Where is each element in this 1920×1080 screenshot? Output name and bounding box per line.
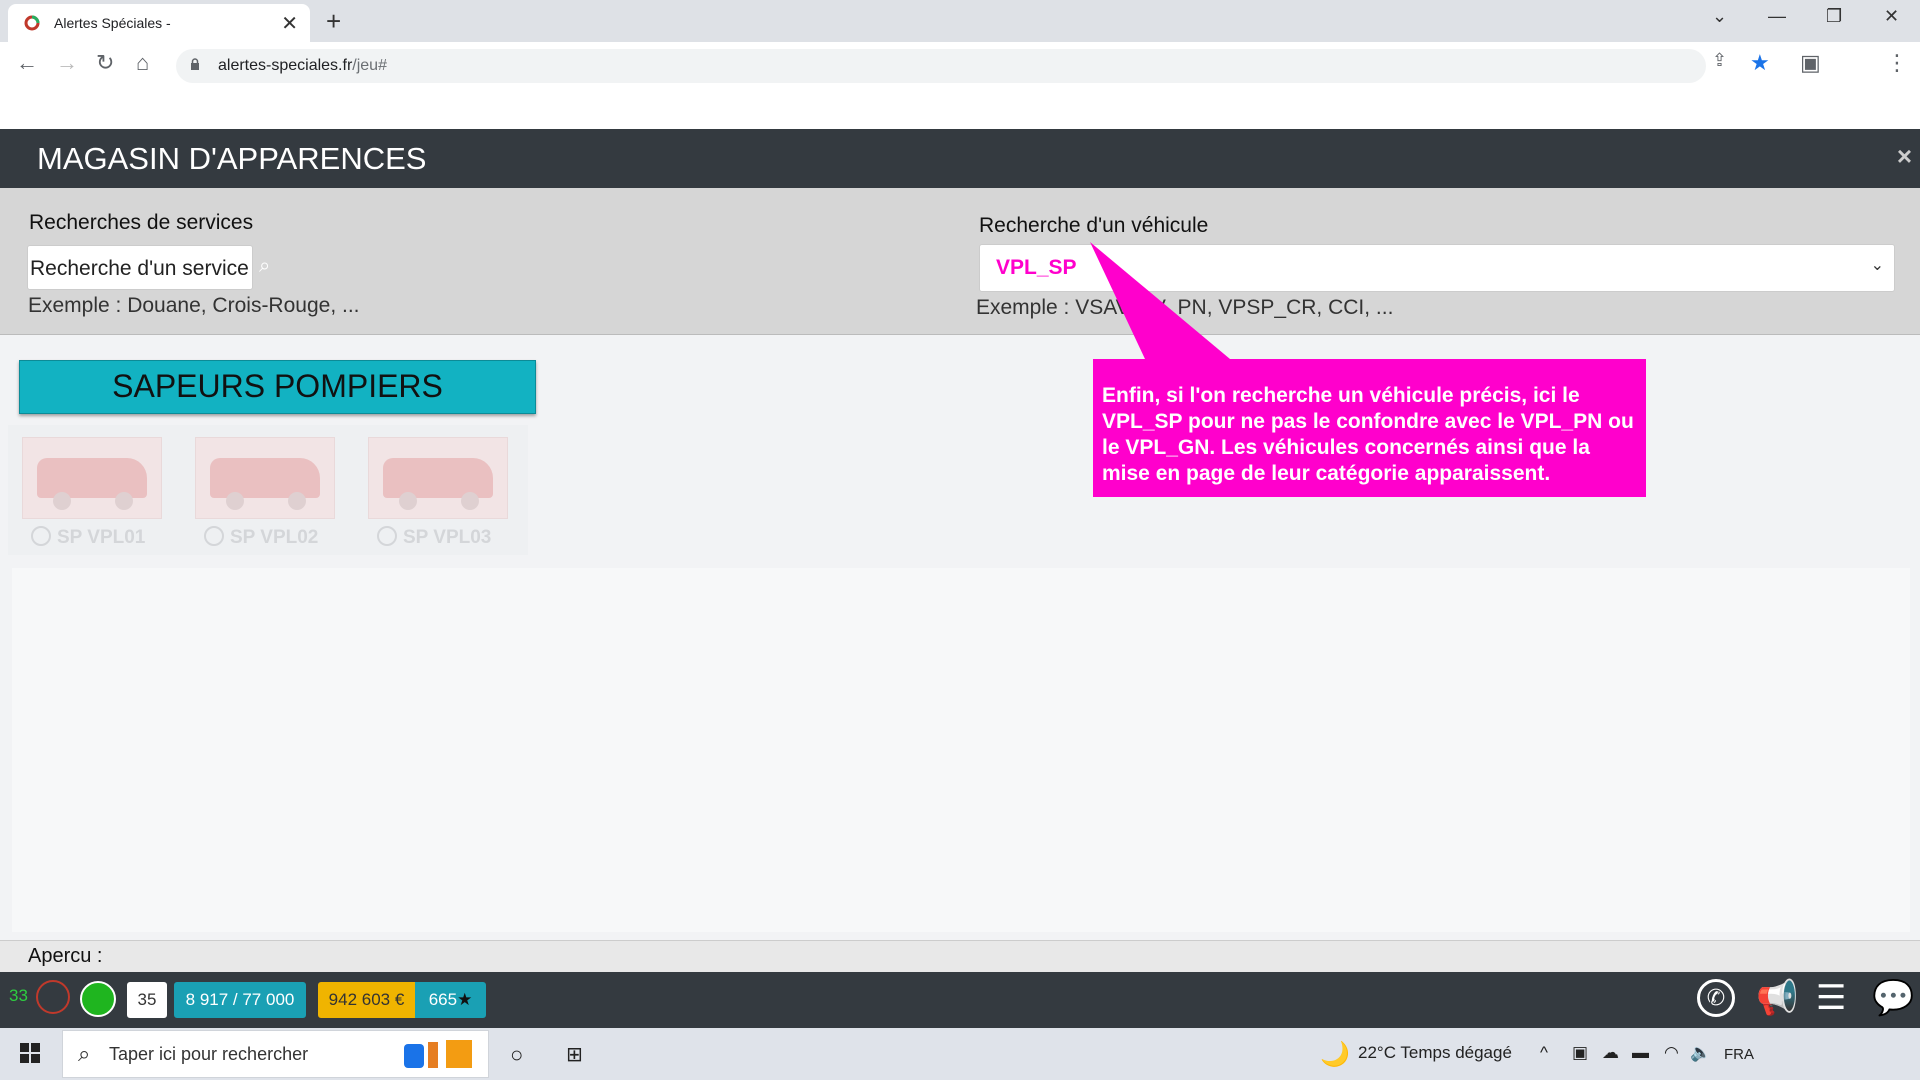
meet-icon[interactable]: ▣: [1572, 1043, 1588, 1063]
category-sapeurs-pompiers-button[interactable]: SAPEURS POMPIERS: [19, 360, 536, 414]
url-path: /jeu#: [352, 57, 387, 74]
reload-icon[interactable]: ↻: [96, 50, 114, 76]
url-host: alertes-speciales.fr: [218, 57, 353, 74]
modal-close-icon[interactable]: ×: [1897, 141, 1912, 172]
service-search-hint: Exemple : Douane, Crois-Rouge, ...: [28, 294, 360, 317]
weather-text[interactable]: 22°C Temps dégagé: [1358, 1043, 1512, 1063]
vehicle-thumbnail[interactable]: [195, 437, 335, 519]
side-panel-icon[interactable]: ▣: [1800, 50, 1821, 76]
chevron-down-icon[interactable]: ⌄: [1712, 6, 1727, 27]
bookmark-star-icon[interactable]: ★: [1750, 50, 1770, 76]
preview-bar: Apercu :: [0, 940, 1920, 973]
phone-off-icon[interactable]: [36, 980, 70, 1014]
browser-menu-icon[interactable]: ⋮: [1886, 50, 1908, 76]
tab-title: Alertes Spéciales -: [54, 15, 171, 31]
modal-header: MAGASIN D'APPARENCES ×: [0, 129, 1920, 188]
back-icon[interactable]: ←: [16, 50, 38, 76]
minimize-icon[interactable]: —: [1768, 6, 1786, 27]
vehicle-thumbnail[interactable]: [368, 437, 508, 519]
share-icon[interactable]: ⇪: [1712, 50, 1727, 71]
service-search-input[interactable]: Recherche d'un service: [27, 245, 253, 290]
close-icon[interactable]: ✕: [1884, 6, 1899, 27]
chat-icon[interactable]: 💬: [1872, 978, 1914, 1018]
search-highlight-icon[interactable]: [402, 1036, 480, 1072]
restore-icon[interactable]: ❐: [1826, 6, 1842, 27]
search-icon[interactable]: ⌕: [259, 255, 270, 278]
status-indicator[interactable]: [80, 981, 116, 1017]
check-circle-icon: [31, 526, 51, 546]
battery-icon[interactable]: ▬: [1632, 1043, 1649, 1063]
lock-icon: [191, 58, 199, 70]
vehicle-search-label: Recherche d'un véhicule: [979, 214, 1209, 237]
vehicle-label[interactable]: SP VPL02: [204, 526, 318, 549]
volume-icon[interactable]: 🔈: [1690, 1043, 1711, 1063]
check-circle-icon: [377, 526, 397, 546]
stars-badge: 665★: [415, 982, 486, 1018]
callout-pointer: [1090, 242, 1230, 359]
badge-count: 35: [127, 982, 167, 1018]
forward-icon[interactable]: →: [56, 50, 78, 76]
chevron-down-icon: ⌄: [1870, 257, 1884, 274]
task-view-icon[interactable]: ⊞: [566, 1042, 583, 1067]
cloud-icon[interactable]: ☁: [1602, 1043, 1619, 1063]
check-circle-icon: [204, 526, 224, 546]
moon-icon: 🌙: [1320, 1041, 1350, 1068]
menu-icon[interactable]: ☰: [1816, 978, 1846, 1018]
address-bar[interactable]: alertes-speciales.fr/jeu#: [176, 49, 1706, 83]
language-indicator[interactable]: FRA: [1724, 1046, 1754, 1063]
tab-close-icon[interactable]: ✕: [281, 11, 298, 36]
taskbar-search-placeholder: Taper ici pour rechercher: [109, 1044, 309, 1064]
cortana-icon[interactable]: ○: [510, 1042, 523, 1068]
vehicle-search-value: VPL_SP: [996, 256, 1077, 279]
callout-text: Enfin, si l'on recherche un véhicule pré…: [1102, 384, 1634, 485]
green-count: 33: [9, 986, 28, 1005]
phone-icon[interactable]: ✆: [1697, 979, 1735, 1017]
modal-title: MAGASIN D'APPARENCES: [37, 141, 427, 176]
empty-content-area: [12, 568, 1910, 932]
tutorial-callout: Enfin, si l'on recherche un véhicule pré…: [1093, 359, 1646, 497]
vehicle-label[interactable]: SP VPL03: [377, 526, 491, 549]
capacity-badge: 8 917 / 77 000: [174, 982, 306, 1018]
search-icon: ⌕: [78, 1041, 91, 1066]
service-search-label: Recherches de services: [29, 211, 254, 234]
wifi-icon[interactable]: ◠: [1664, 1043, 1679, 1063]
site-favicon-icon: [24, 15, 40, 31]
tray-chevron-icon[interactable]: ^: [1540, 1043, 1548, 1063]
new-tab-button[interactable]: +: [326, 6, 341, 37]
preview-label: Apercu :: [28, 945, 103, 967]
browser-tab[interactable]: Alertes Spéciales - ✕: [8, 4, 310, 42]
vehicle-thumbnail[interactable]: [22, 437, 162, 519]
vehicle-label[interactable]: SP VPL01: [31, 526, 145, 549]
star-icon: ★: [457, 990, 473, 1009]
home-icon[interactable]: ⌂: [136, 50, 149, 76]
money-badge: 942 603 €: [318, 982, 415, 1018]
megaphone-icon[interactable]: 📢: [1756, 978, 1798, 1018]
windows-start-icon[interactable]: [20, 1043, 40, 1063]
